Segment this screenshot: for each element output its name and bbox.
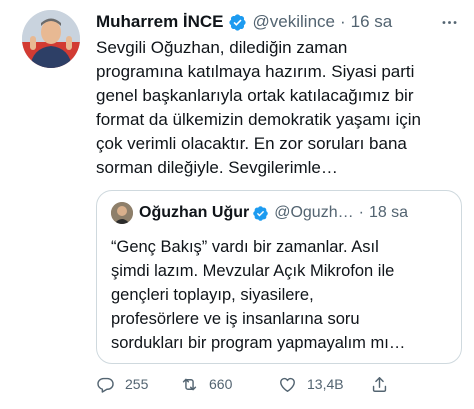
share-button[interactable] xyxy=(370,372,389,396)
share-icon xyxy=(372,376,387,392)
quoted-author-avatar[interactable] xyxy=(111,202,133,224)
quoted-tweet-timestamp[interactable]: 18 sa xyxy=(369,204,408,222)
quoted-tweet-text: “Genç Bakış” vardı bir zamanlar. Asıl şi… xyxy=(111,238,406,352)
separator-dot: · xyxy=(358,204,364,221)
quoted-tweet[interactable]: Oğuzhan Uğur @Oguzh… · 18 sa “Genç Bakış… xyxy=(96,190,462,364)
more-options-icon[interactable] xyxy=(438,11,460,33)
tweet-header: Muharrem İNCE @vekilince · 16 sa xyxy=(96,10,460,34)
retweet-count: 660 xyxy=(209,376,233,392)
author-handle[interactable]: @vekilince xyxy=(253,12,335,32)
author-avatar[interactable] xyxy=(22,10,80,68)
tweet[interactable]: Muharrem İNCE @vekilince · 16 sa Sevgili… xyxy=(0,0,474,409)
like-button[interactable]: 13,4B xyxy=(278,372,344,396)
separator-dot: · xyxy=(339,12,346,31)
quoted-author-display-name[interactable]: Oğuzhan Uğur xyxy=(139,204,249,222)
quoted-tweet-header: Oğuzhan Uğur @Oguzh… · 18 sa xyxy=(111,202,449,224)
tweet-actions: 255 660 13,4B xyxy=(96,372,464,396)
tweet-text: Sevgili Oğuzhan, dilediğin zaman program… xyxy=(96,38,422,177)
verified-badge-icon xyxy=(228,13,247,32)
retweet-button[interactable]: 660 xyxy=(180,372,232,396)
like-count: 13,4B xyxy=(307,376,344,392)
quoted-author-handle[interactable]: @Oguzh… xyxy=(274,204,353,222)
author-display-name[interactable]: Muharrem İNCE xyxy=(96,12,224,32)
tweet-timestamp[interactable]: 16 sa xyxy=(351,12,393,32)
reply-button[interactable]: 255 xyxy=(96,372,148,396)
profile-photo-icon xyxy=(22,10,80,68)
profile-photo-icon xyxy=(111,202,133,224)
heart-icon xyxy=(280,377,295,392)
reply-count: 255 xyxy=(125,376,149,392)
reply-icon xyxy=(97,377,114,393)
retweet-icon xyxy=(182,378,197,390)
verified-badge-icon xyxy=(252,205,269,222)
